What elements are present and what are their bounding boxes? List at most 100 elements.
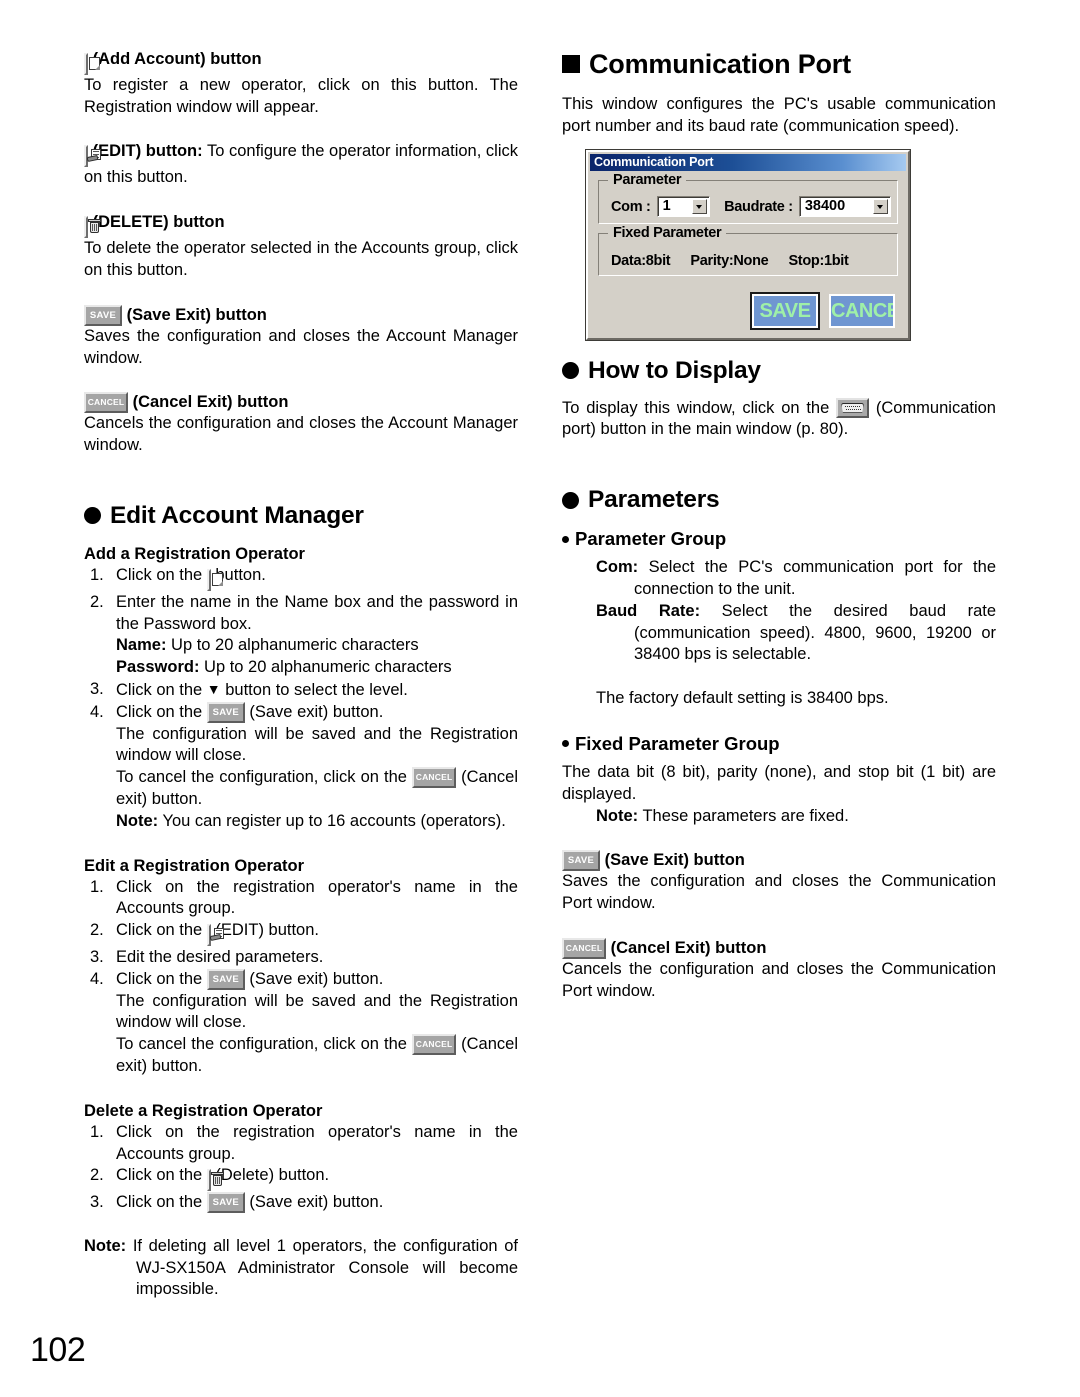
password-spec: Password: Up to 20 alphanumeric characte… [116, 657, 518, 679]
add-account-button-icon [206, 568, 223, 592]
cancel-exit-heading: CANCEL (Cancel Exit) button [84, 391, 518, 414]
add-operator-note: Note: You can register up to 16 accounts… [116, 811, 518, 833]
step-detail: The configuration will be saved and the … [116, 991, 518, 1032]
list-item: 4. Click on the SAVE (Save exit) button. … [84, 701, 518, 833]
manual-page: (Add Account) button To register a new o… [0, 0, 1080, 1397]
fixed-parameter-group-heading-text: Fixed Parameter Group [575, 732, 780, 754]
add-account-button-icon [84, 53, 100, 75]
step-text: Click on the [116, 1166, 207, 1185]
step-text-tail: (Delete) button. [210, 1166, 330, 1185]
cp-cancel-exit-body: Cancels the configuration and closes the… [562, 959, 996, 1000]
cp-cancel-exit-heading: CANCEL (Cancel Exit) button [562, 937, 996, 959]
cancel-button-icon: CANCEL [562, 937, 606, 959]
step-text-tail: (EDIT) button. [210, 921, 319, 940]
save-exit-heading: SAVE (Save Exit) button [84, 304, 518, 326]
cancel-instruction: To cancel the configuration, click on th… [116, 1034, 518, 1078]
step-number: 2. [90, 592, 104, 611]
data-bit-value: Data:8bit [611, 253, 671, 269]
save-button-icon: SAVE [206, 1192, 245, 1214]
list-item: 2. Click on the (EDIT) button. [84, 920, 518, 947]
step-text-tail: button to select the level. [220, 680, 408, 699]
save-exit-body: Saves the configuration and closes the A… [84, 326, 518, 367]
list-item: 1. Click on the registration operator's n… [84, 877, 518, 921]
bullet-dot-icon [562, 740, 569, 748]
communication-port-dialog[interactable]: Communication Port Parameter Com : 1 Bau… [586, 150, 910, 340]
save-button-icon: SAVE [206, 701, 245, 723]
list-item: 2. Enter the name in the Name box and the… [84, 592, 518, 679]
bullet-square-icon [562, 55, 580, 73]
cp-save-exit-heading-text: (Save Exit) button [604, 851, 745, 870]
how-to-display-body: To display this window, click on the (Co… [562, 397, 996, 442]
chevron-down-icon[interactable] [873, 199, 888, 214]
com-field-label: Com : [611, 198, 651, 215]
how-to-display-heading-text: How to Display [588, 356, 761, 384]
list-item: 3. Edit the desired parameters. [84, 947, 518, 969]
edit-button-block: (EDIT) button: To configure the operator… [84, 141, 518, 190]
add-account-body: To register a new operator, click on thi… [84, 76, 518, 116]
edit-operator-heading: Edit a Registration Operator [84, 856, 305, 875]
chevron-down-icon[interactable] [692, 199, 708, 214]
cp-save-exit-body: Saves the configuration and closes the C… [562, 872, 996, 913]
step-text: Click on the [116, 680, 207, 699]
step-number: 1. [90, 565, 104, 584]
edit-button-label: (EDIT) button: [92, 141, 203, 160]
delete-button-icon [206, 1169, 224, 1192]
bullet-circle-icon [562, 362, 579, 380]
bullet-dot-icon [562, 535, 569, 543]
edit-operator-steps: 1. Click on the registration operator's n… [84, 877, 518, 1078]
step-text: Edit the desired parameters. [116, 947, 324, 966]
step-number: 1. [90, 877, 104, 896]
save-button[interactable]: SAVE [750, 292, 820, 330]
final-note: Note: If deleting all level 1 operators,… [84, 1236, 518, 1301]
edit-account-manager-heading-text: Edit Account Manager [110, 501, 364, 529]
name-label: Name: [116, 636, 167, 655]
note-body: You can register up to 16 accounts (oper… [158, 811, 506, 830]
cancel-button-icon: CANCEL [412, 1034, 457, 1056]
baudrate-dropdown[interactable]: 38400 [798, 196, 891, 217]
com-dropdown[interactable]: 1 [656, 196, 711, 217]
cancel-button-icon: CANCEL [412, 767, 457, 789]
factory-default-note: The factory default setting is 38400 bps… [596, 689, 889, 708]
left-column: (Add Account) button To register a new o… [84, 48, 518, 1301]
fixed-parameter-group-box: Fixed Parameter Data:8bit Parity:None St… [598, 224, 898, 276]
name-value: Up to 20 alphanumeric characters [166, 636, 419, 655]
page-number: 102 [30, 1331, 86, 1369]
fixed-parameter-body: The data bit (8 bit), parity (none), and… [562, 762, 996, 803]
save-button-icon: SAVE [84, 304, 122, 326]
fixed-parameter-group-legend: Fixed Parameter [608, 224, 727, 242]
cancel-instruction: To cancel the configuration, click on th… [116, 767, 518, 811]
name-spec: Name: Up to 20 alphanumeric characters [116, 635, 518, 657]
cancel-button[interactable]: CANCEL [829, 294, 895, 328]
page-title-text: Communication Port [589, 49, 851, 79]
step-number: 2. [90, 1166, 104, 1185]
edit-button-icon [84, 144, 101, 168]
parameter-group-legend: Parameter [608, 171, 687, 189]
step-number: 1. [90, 1122, 104, 1141]
delete-body: To delete the operator selected in the A… [84, 239, 518, 279]
save-button-icon: SAVE [206, 968, 245, 990]
dialog-title-bar: Communication Port [590, 154, 906, 171]
delete-operator-heading: Delete a Registration Operator [84, 1101, 323, 1120]
step-text: Enter the name in the Name box and the p… [116, 592, 518, 633]
stop-bit-value: Stop:1bit [788, 253, 849, 269]
edit-button-icon [206, 924, 224, 947]
parameter-group-box: Parameter Com : 1 Baudrate : 38400 [598, 171, 898, 224]
cp-cancel-exit-heading-text: (Cancel Exit) button [610, 938, 767, 957]
save-button-icon: SAVE [562, 850, 600, 872]
parameters-heading: Parameters [562, 485, 996, 515]
baudrate-dropdown-value: 38400 [804, 198, 846, 214]
step-number: 4. [90, 702, 104, 721]
com-label: Com: [596, 558, 639, 577]
step-text: Click on the registration operator's nam… [116, 877, 518, 918]
